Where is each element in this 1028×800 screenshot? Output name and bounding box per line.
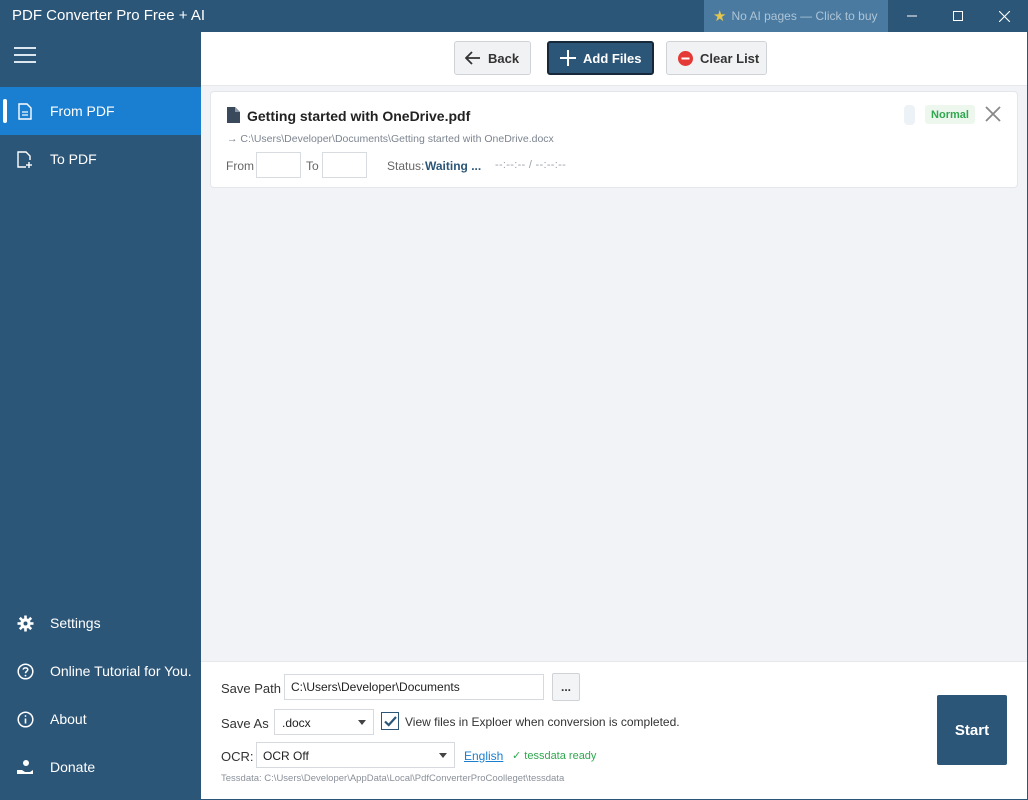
sidebar-item-label: About — [50, 711, 87, 727]
file-name: Getting started with OneDrive.pdf — [247, 108, 471, 124]
sidebar-item-about[interactable]: About — [0, 695, 201, 743]
title-bar: PDF Converter Pro Free + AI ★ No AI page… — [0, 0, 1028, 32]
start-button[interactable]: Start — [937, 695, 1007, 765]
page-to-input[interactable] — [322, 152, 367, 178]
page-from-label: From — [226, 159, 254, 173]
add-files-button-label: Add Files — [583, 50, 642, 66]
sidebar-item-label: To PDF — [50, 151, 97, 167]
hamburger-menu-icon[interactable] — [14, 47, 36, 65]
page-from-input[interactable] — [256, 152, 301, 178]
status-value: Waiting ... — [425, 159, 482, 173]
main-content: Back Add Files Clear List Getting starte… — [201, 32, 1027, 799]
info-icon — [0, 710, 50, 728]
sidebar-item-donate[interactable]: Donate — [0, 743, 201, 791]
checkmark-icon — [383, 715, 397, 727]
minimize-button[interactable] — [889, 0, 935, 32]
ocr-label: OCR: — [221, 749, 254, 764]
browse-button[interactable]: ... — [552, 673, 580, 701]
status-label: Status: — [387, 159, 425, 173]
tessdata-path: Tessdata: C:\Users\Developer\AppData\Loc… — [221, 773, 565, 784]
chevron-down-icon — [439, 753, 447, 758]
save-as-label: Save As — [221, 716, 269, 731]
sidebar-item-online-tutorial[interactable]: Online Tutorial for You. — [0, 647, 201, 695]
sidebar-item-label: Donate — [50, 759, 96, 775]
close-icon — [998, 10, 1010, 22]
sidebar: From PDF To PDF Settings Online Tutorial… — [0, 32, 201, 800]
page-to-label: To — [306, 159, 319, 173]
minimize-icon — [907, 15, 917, 17]
view-files-label: View files in Exploer when conversion is… — [405, 715, 680, 729]
document-add-icon — [0, 150, 50, 168]
app-title: PDF Converter Pro Free + AI — [12, 7, 205, 24]
remove-circle-icon — [678, 50, 693, 66]
star-icon: ★ — [713, 8, 727, 25]
donate-icon — [0, 759, 50, 776]
ocr-select[interactable]: OCR Off — [256, 742, 455, 768]
tessdata-status: ✓ tessdata ready — [512, 750, 597, 762]
document-icon — [0, 102, 50, 120]
back-button-label: Back — [488, 50, 520, 66]
chevron-down-icon — [358, 720, 366, 725]
sidebar-item-from-pdf[interactable]: From PDF — [0, 87, 201, 135]
back-button[interactable]: Back — [454, 41, 531, 75]
sidebar-item-settings[interactable]: Settings — [0, 599, 201, 647]
mode-badge[interactable]: Normal — [925, 105, 975, 124]
sidebar-item-to-pdf[interactable]: To PDF — [0, 135, 201, 183]
format-select[interactable]: .docx — [274, 709, 374, 735]
progress-indicator — [904, 105, 915, 125]
gear-icon — [0, 615, 50, 632]
output-settings-panel: Save Path C:\Users\Developer\Documents .… — [201, 661, 1027, 799]
sidebar-item-label: From PDF — [50, 103, 115, 119]
clear-list-button-label: Clear List — [700, 50, 760, 66]
elapsed-time: --:--:-- / --:--:-- — [495, 159, 567, 171]
ai-promo-button[interactable]: ★ No AI pages — Click to buy — [704, 0, 888, 32]
maximize-button[interactable] — [935, 0, 981, 32]
clear-list-button[interactable]: Clear List — [666, 41, 767, 75]
ocr-select-value: OCR Off — [263, 749, 309, 763]
close-icon — [985, 106, 1001, 122]
close-window-button[interactable] — [981, 0, 1027, 32]
plus-icon — [560, 50, 576, 66]
file-list-item[interactable]: Getting started with OneDrive.pdf → C:\U… — [210, 91, 1018, 188]
ocr-language-link[interactable]: English — [464, 749, 503, 763]
help-icon — [0, 662, 50, 680]
arrow-left-icon — [465, 51, 481, 65]
toolbar: Back Add Files Clear List — [201, 32, 1027, 86]
output-path: → C:\Users\Developer\Documents\Getting s… — [227, 133, 554, 145]
ai-promo-label: No AI pages — Click to buy — [731, 9, 878, 23]
add-files-button[interactable]: Add Files — [547, 41, 654, 75]
view-files-checkbox[interactable] — [381, 712, 399, 730]
sidebar-item-label: Settings — [50, 615, 101, 631]
file-icon — [227, 107, 240, 128]
save-path-label: Save Path — [221, 681, 281, 696]
format-select-value: .docx — [282, 716, 311, 730]
remove-file-button[interactable] — [983, 104, 1003, 124]
save-path-input[interactable]: C:\Users\Developer\Documents — [284, 674, 544, 700]
maximize-icon — [953, 11, 963, 21]
sidebar-item-label: Online Tutorial for You. — [50, 663, 192, 679]
